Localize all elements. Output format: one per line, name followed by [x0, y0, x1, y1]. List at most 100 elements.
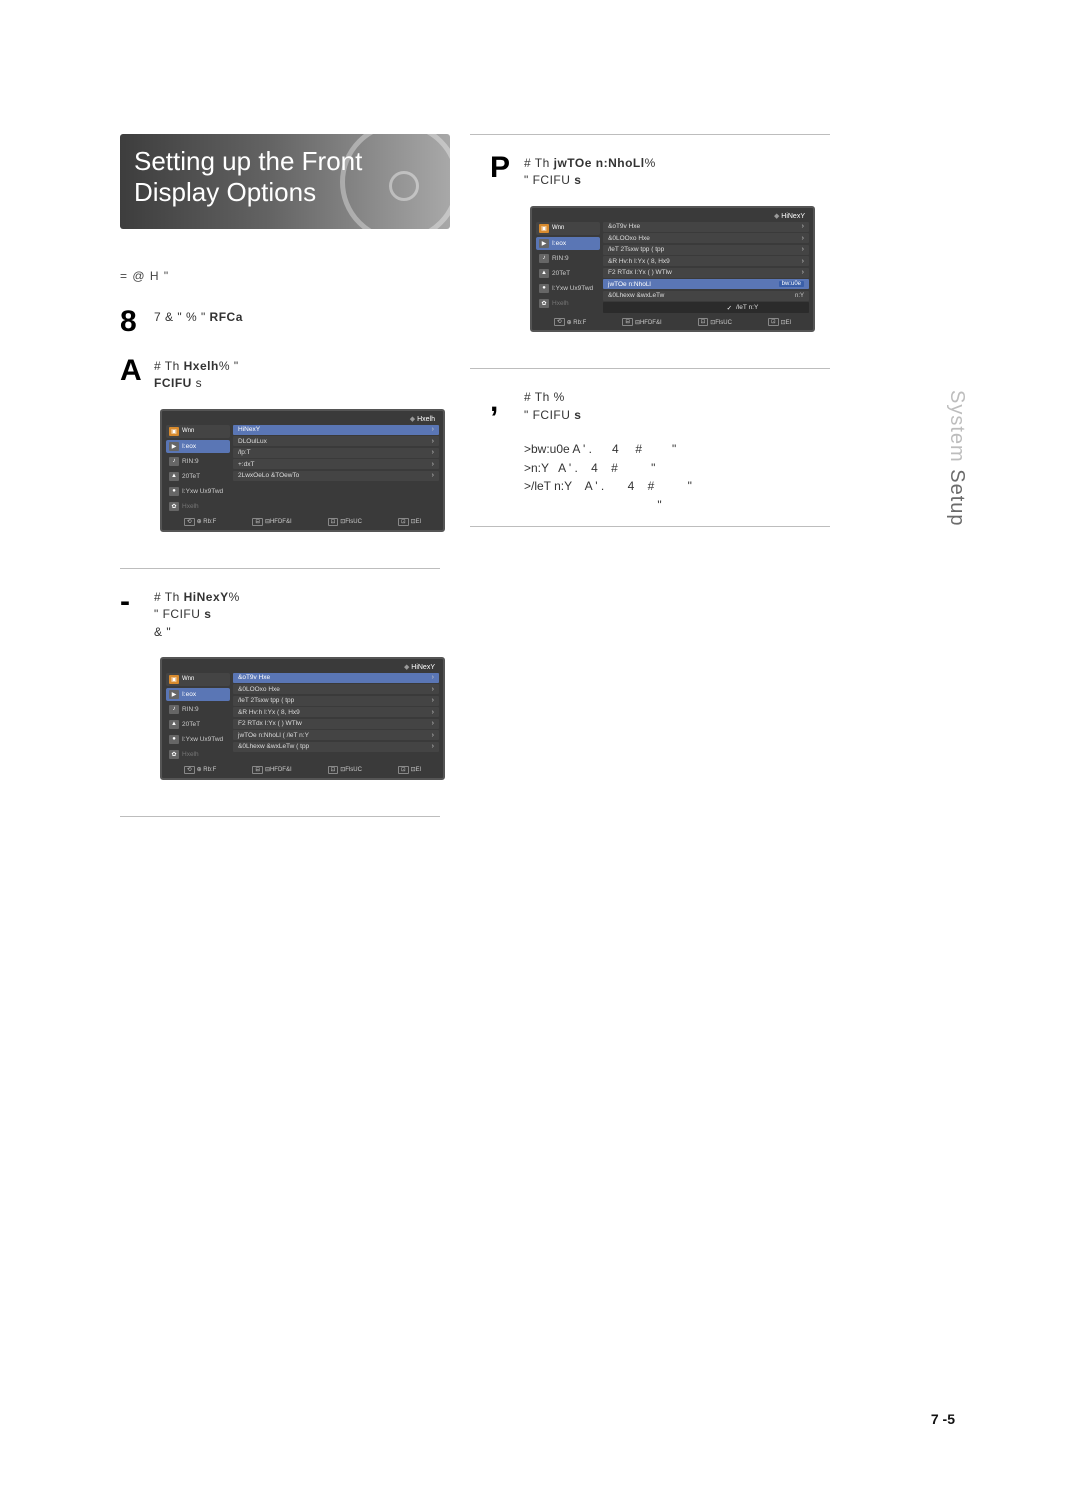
osd-menu-setup: Hxelh ▣Wnn ▶I:eox ♪RIN:9 ▲20TeT ●I:Yxw U…: [160, 409, 445, 532]
osd-row: jwTOe n:NhoLl ( /leT n:Y›: [233, 730, 439, 740]
osd-row: +:dxT›: [233, 459, 439, 469]
osd-breadcrumb: Hxelh: [164, 413, 441, 423]
chevron-right-icon: ›: [432, 732, 434, 739]
osd-row: F2 RTdx I:Yx ( ) WTlw›: [233, 719, 439, 729]
osd-row: F2 RTdx I:Yx ( ) WTlw›: [603, 268, 809, 278]
gear-icon: ✿: [539, 299, 549, 308]
osd-breadcrumb: HiNexY: [164, 661, 441, 671]
osd-row: DLOulLux›: [233, 436, 439, 446]
osd-row: &oT9v Hxe›: [233, 673, 439, 683]
osd-nav: ▣Wnn ▶I:eox ♪RIN:9 ▲20TeT ●I:Yxw Ux9Twd …: [166, 425, 230, 513]
osd-row: &0LOOxo Hxe›: [233, 684, 439, 694]
osd-nav-header: ▣Wnn: [536, 222, 600, 235]
divider: [470, 368, 830, 369]
osd-foot-item: ⊡⊡El: [768, 318, 791, 326]
osd-row: HiNexY›: [233, 425, 439, 435]
osd-footer: ⟲⊕ Rb:F ⊟⊟HFDF&I ⊡⊡FlsUC ⊡⊡El: [164, 763, 441, 776]
disc-graphic: [340, 134, 450, 229]
folder-icon: ▣: [169, 427, 179, 436]
osd-row: jwTOe n:NhoLlbw:u0e: [603, 279, 809, 289]
disc-icon: ●: [539, 284, 549, 293]
osd-row: &oT9v Hxe›: [603, 222, 809, 232]
osd-foot-item: ⊡⊡El: [398, 518, 421, 526]
photo-icon: ▲: [539, 269, 549, 278]
chevron-right-icon: ›: [432, 674, 434, 681]
osd-row: 2LwxOeLo &TOewTo›: [233, 471, 439, 481]
play-icon: ▶: [539, 239, 549, 248]
osd-row: /leT 2Tsxw tpp ( tpp›: [233, 696, 439, 706]
osd-foot-item: ⊡⊡FlsUC: [698, 318, 732, 326]
chevron-right-icon: ›: [802, 258, 804, 265]
step-text: 7 & " % " RFCa: [154, 305, 243, 326]
step-number: -: [120, 585, 144, 618]
osd-nav-item: ✿Hxelh: [166, 748, 230, 761]
osd-menu-display: HiNexY ▣Wnn ▶I:eox ♪RIN:9 ▲20TeT ●I:Yxw …: [160, 657, 445, 780]
osd-nav-item: ♪RIN:9: [166, 455, 230, 468]
osd-nav-item: ●I:Yxw Ux9Twd: [166, 485, 230, 498]
osd-nav-item: ▲20TeT: [166, 718, 230, 731]
osd-menu-front-display: HiNexY ▣Wnn ▶I:eox ♪RIN:9 ▲20TeT ●I:Yxw …: [530, 206, 815, 333]
disc-icon: ●: [169, 487, 179, 496]
chevron-right-icon: ›: [432, 449, 434, 456]
osd-row: &0LOOxo Hxe›: [603, 233, 809, 243]
osd-nav-item: ▶I:eox: [166, 440, 230, 453]
intro-text: = @ H ": [120, 269, 440, 283]
option-descriptions: >bw:u0e A ' . 4 # " >n:Y A ' . 4 # " >/l…: [524, 440, 830, 514]
osd-row: &0Lhexw &wxLeTw ( tpp›: [233, 742, 439, 752]
gear-icon: ✿: [169, 502, 179, 511]
osd-foot-item: ⊡⊡FlsUC: [328, 766, 362, 774]
osd-list: HiNexY› DLOulLux› /lp:T› +:dxT› 2LwxOeLo…: [233, 425, 439, 513]
step-number: ,: [490, 385, 514, 418]
gear-icon: ✿: [169, 750, 179, 759]
osd-nav: ▣Wnn ▶I:eox ♪RIN:9 ▲20TeT ●I:Yxw Ux9Twd …: [166, 673, 230, 761]
chevron-right-icon: ›: [432, 438, 434, 445]
step-text: # Th Hxelh% " FCIFU s: [154, 354, 239, 393]
osd-nav-header: ▣Wnn: [166, 425, 230, 438]
osd-row: /lp:T›: [233, 448, 439, 458]
chevron-right-icon: ›: [432, 472, 434, 479]
bullet-line: ": [524, 496, 830, 515]
step-number: 8: [120, 305, 144, 338]
osd-foot-item: ⟲⊕ Rb:F: [554, 318, 586, 326]
osd-nav-item: ✿Hxelh: [166, 500, 230, 513]
osd-nav-item: ●I:Yxw Ux9Twd: [536, 282, 600, 295]
photo-icon: ▲: [169, 472, 179, 481]
osd-nav-item: ▶I:eox: [536, 237, 600, 250]
step-number: P: [490, 151, 514, 184]
osd-dropdown-option: ✓/leT n:Y: [603, 302, 809, 313]
osd-row: &R Hv:h I:Yx ( 8, Hx9›: [603, 256, 809, 266]
divider: [120, 568, 440, 569]
step-text: # Th jwTOe n:NhoLl% " FCIFU s: [524, 151, 656, 190]
play-icon: ▶: [169, 690, 179, 699]
chevron-right-icon: ›: [432, 720, 434, 727]
osd-footer: ⟲⊕ Rb:F ⊟⊟HFDF&I ⊡⊡FlsUC ⊡⊡El: [164, 515, 441, 528]
chevron-right-icon: ›: [432, 709, 434, 716]
osd-foot-item: ⊟⊟HFDF&I: [622, 318, 661, 326]
divider: [120, 816, 440, 817]
osd-foot-item: ⟲⊕ Rb:F: [184, 518, 216, 526]
osd-nav-item: ▲20TeT: [166, 470, 230, 483]
osd-breadcrumb: HiNexY: [534, 210, 811, 220]
osd-foot-item: ⊡⊡FlsUC: [328, 518, 362, 526]
chevron-right-icon: ›: [432, 426, 434, 433]
music-icon: ♪: [169, 457, 179, 466]
music-icon: ♪: [539, 254, 549, 263]
osd-list: &oT9v Hxe› &0LOOxo Hxe› /leT 2Tsxw tpp (…: [603, 222, 809, 314]
section-heading: Setting up the Front Display Options: [120, 134, 450, 229]
osd-nav-item: ▶I:eox: [166, 688, 230, 701]
osd-foot-item: ⊡⊡El: [398, 766, 421, 774]
osd-row: &0Lhexw &wxLeTwn:Y: [603, 291, 809, 301]
divider: [470, 134, 830, 135]
osd-foot-item: ⊟⊟HFDF&I: [252, 766, 291, 774]
chevron-right-icon: ›: [802, 235, 804, 242]
music-icon: ♪: [169, 705, 179, 714]
step-4: P # Th jwTOe n:NhoLl% " FCIFU s: [490, 151, 830, 190]
chevron-right-icon: ›: [432, 686, 434, 693]
disc-icon: ●: [169, 735, 179, 744]
chevron-right-icon: ›: [432, 461, 434, 468]
osd-row: /leT 2Tsxw tpp ( tpp›: [603, 245, 809, 255]
chevron-right-icon: ›: [432, 697, 434, 704]
step-text: # Th % " FCIFU s: [524, 385, 581, 424]
step-3: - # Th HiNexY% " FCIFU s & ": [120, 585, 440, 641]
osd-nav-item: ♪RIN:9: [166, 703, 230, 716]
